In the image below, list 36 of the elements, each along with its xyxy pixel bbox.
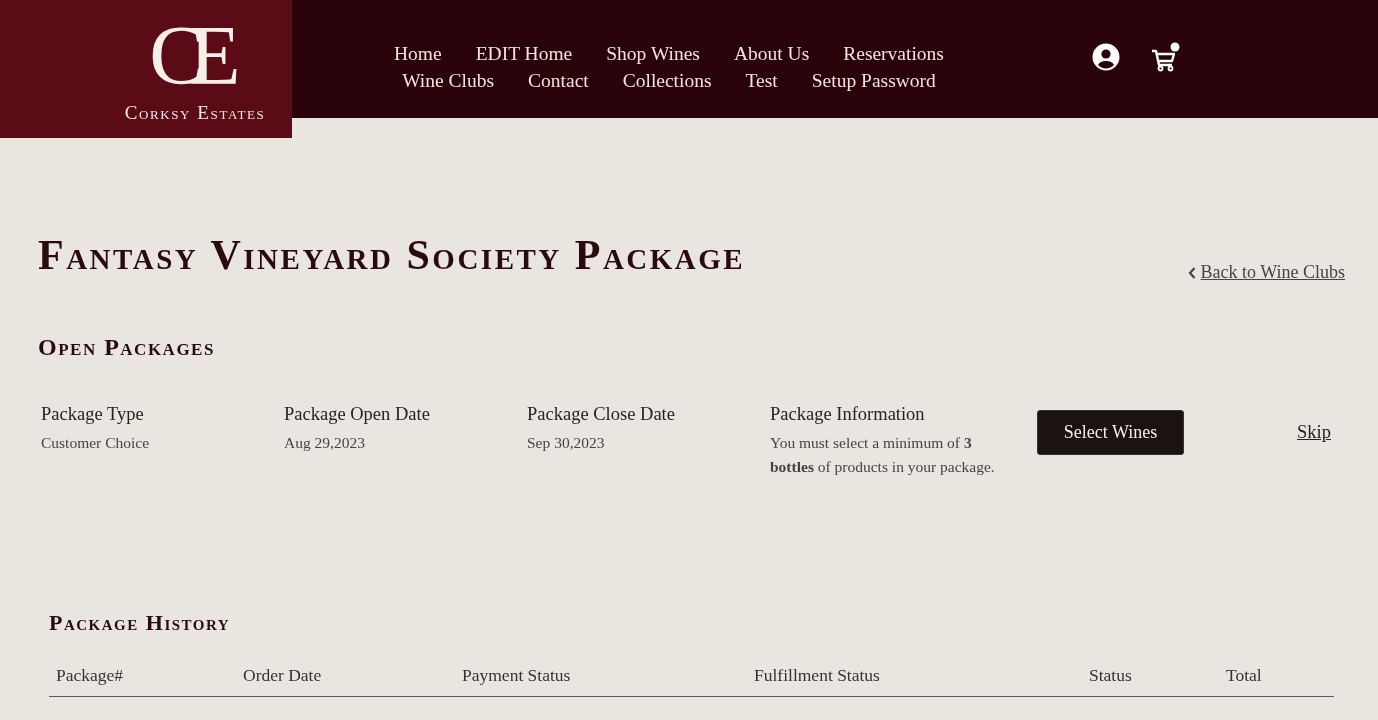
nav-link[interactable]: Wine Clubs xyxy=(402,68,495,93)
nav-link[interactable]: About Us xyxy=(733,41,810,66)
brand-name: Corksy Estates xyxy=(124,102,266,124)
section-heading: Open Packages xyxy=(38,334,216,361)
nav-link[interactable]: Collections xyxy=(622,68,712,93)
field-label: Package Open Date xyxy=(284,403,431,425)
column-header: Payment Status xyxy=(461,665,572,687)
field-value: Customer Choice xyxy=(41,433,151,453)
back-link[interactable]: Back to Wine Clubs xyxy=(1200,262,1345,283)
logo-panel[interactable]: CE Corksy Estates xyxy=(0,0,292,138)
nav-link[interactable]: Reservations xyxy=(843,41,944,66)
user-account-icon[interactable] xyxy=(1092,43,1120,71)
column-header: Total xyxy=(1225,665,1263,687)
nav-link[interactable]: Home xyxy=(394,41,442,66)
cart-icon[interactable] xyxy=(1150,42,1180,72)
page-title: Fantasy Vineyard Society Package xyxy=(38,233,746,277)
nav-link[interactable]: Contact xyxy=(528,68,589,93)
field-value: Sep 30,2023 xyxy=(527,433,606,453)
field-value: Aug 29,2023 xyxy=(284,433,366,453)
field-value: You must select a minimum of 3 bottles of products in your package. xyxy=(770,433,996,477)
column-header: Fulfillment Status xyxy=(753,665,881,687)
nav-link[interactable]: Test xyxy=(745,68,778,93)
field-label: Package Information xyxy=(770,403,926,425)
nav-link[interactable]: EDIT Home xyxy=(475,41,573,66)
logo-monogram: CE xyxy=(149,14,241,98)
field-label: Package Close Date xyxy=(527,403,676,425)
column-header: Status xyxy=(1088,665,1133,687)
column-header: Package# xyxy=(55,665,125,687)
section-heading: Package History xyxy=(49,610,232,636)
column-header: Order Date xyxy=(242,665,323,687)
nav-link[interactable]: Shop Wines xyxy=(606,41,700,66)
select-wines-button[interactable]: Select Wines xyxy=(1037,410,1184,455)
chevron-left-icon xyxy=(1187,266,1196,279)
nav-link[interactable]: Setup Password xyxy=(811,68,936,93)
field-label: Package Type xyxy=(41,403,145,425)
skip-link[interactable]: Skip xyxy=(1297,422,1331,443)
